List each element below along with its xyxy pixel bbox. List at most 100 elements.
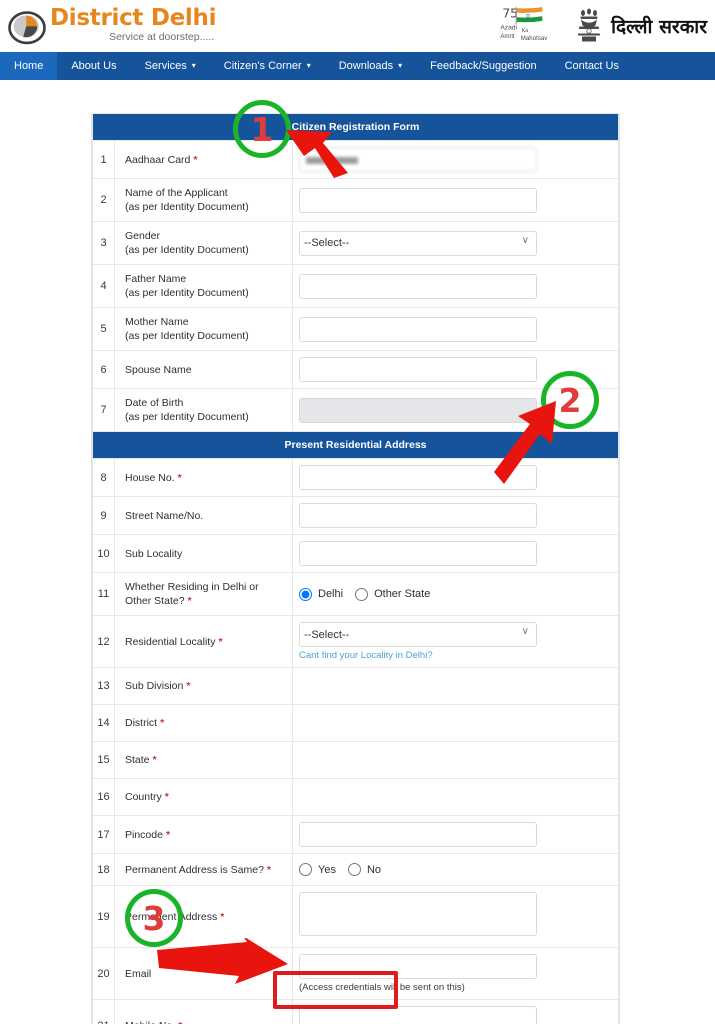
house-no-input[interactable] [299, 465, 537, 490]
name-of-the-applicant-label: Name of the Applicant (as per Identity Do… [114, 178, 293, 222]
citizen-registration-form-section-title: Citizen Registration Form [92, 113, 619, 141]
field-label-text: Permanent Address [125, 910, 218, 923]
date-of-birth-input[interactable] [299, 397, 537, 423]
row-number: 17 [92, 815, 115, 854]
row-number: 21 [92, 999, 115, 1024]
page-root: District Delhi Service at doorstep..... … [0, 0, 715, 1024]
nav-item-feedback-suggestion[interactable]: Feedback/Suggestion [416, 52, 550, 80]
sub-locality-input[interactable] [299, 541, 537, 566]
field-label-text: State [125, 754, 150, 766]
house-no-value-cell [292, 458, 619, 497]
radio-yes[interactable] [299, 863, 312, 876]
cant-find-locality-link[interactable]: Cant find your Locality in Delhi? [299, 650, 610, 661]
brand-text: District Delhi Service at doorstep..... [50, 6, 216, 43]
radio-no[interactable] [347, 863, 361, 876]
sub-division-label: Sub Division * [114, 667, 293, 705]
required-asterisk: * [164, 791, 169, 803]
form-row: 21Mobile No.*(Access credentials will be… [92, 999, 619, 1024]
field-label-text: Name of the Applicant [125, 187, 228, 199]
row-number: 14 [92, 704, 115, 742]
nav-item-downloads[interactable]: Downloads ▾ [325, 52, 416, 80]
country-value [299, 785, 610, 809]
nav-item-about-us[interactable]: About Us [57, 52, 130, 80]
row-number: 9 [92, 496, 115, 535]
chevron-down-icon: ▾ [191, 61, 196, 70]
pincode-input[interactable] [299, 822, 537, 847]
required-asterisk: * [165, 828, 171, 841]
chevron-down-icon: ▾ [398, 61, 403, 70]
form-row: 10 Sub Locality [92, 534, 619, 573]
field-label-text: District [125, 717, 158, 729]
nav-item-citizen-s-corner[interactable]: Citizen's Corner ▾ [210, 52, 325, 80]
row-number: 8 [92, 458, 115, 497]
form-row: 20 Email (Access credentials will be sent … [92, 947, 619, 1000]
form-row: 18 Permanent Address is Same? * Yes No [92, 853, 619, 886]
street-name-no-input[interactable] [299, 503, 537, 528]
required-asterisk: * [178, 1020, 182, 1024]
field-label-text: Father Name [125, 273, 187, 285]
row-number: 10 [92, 534, 115, 573]
permanent-address-label: Permanent Address * [114, 885, 293, 948]
row-number: 7 [92, 388, 115, 432]
form-row: 19 Permanent Address * [92, 885, 619, 948]
row-number: 3 [92, 221, 115, 265]
row-number: 13 [92, 667, 115, 705]
residential-locality-select[interactable]: --Select-- [299, 622, 537, 647]
sub-division-value-cell [292, 667, 619, 705]
state-value-cell [292, 741, 619, 779]
street-name-no-value-cell [292, 496, 619, 535]
nav-item-home[interactable]: Home [0, 52, 58, 80]
state-label: State * [114, 741, 293, 779]
present-residential-address-section: Present Residential Address [92, 431, 619, 459]
form-row: 6 Spouse Name [92, 350, 619, 389]
name-of-the-applicant-input[interactable] [299, 187, 537, 213]
nav-item-label: Home [14, 60, 44, 72]
form-row: 12Residential Locality*--Select--Cant fi… [92, 615, 619, 668]
radio-other-state[interactable] [355, 587, 369, 601]
field-label-text: Aadhaar Card [125, 153, 191, 166]
email-input[interactable] [299, 954, 537, 979]
aadhaar-card-value-cell [292, 140, 619, 179]
row-number: 18 [92, 853, 115, 886]
name-of-the-applicant-value-cell [292, 178, 619, 222]
svg-text:Amrit: Amrit [500, 33, 515, 40]
mother-name-input[interactable] [299, 316, 537, 342]
form-row: 5 Mother Name (as per Identity Document) [92, 307, 619, 351]
mother-name-value-cell [292, 307, 619, 351]
citizen-registration-form: Citizen Registration Form 1 Aadhaar Card * 2… [91, 113, 620, 1024]
radio-delhi-label: Delhi [318, 588, 344, 600]
form-row: 14 District * [92, 704, 619, 742]
required-asterisk: * [152, 754, 157, 766]
field-label-text: Permanent Address is Same? [125, 863, 264, 876]
radio-delhi[interactable] [299, 587, 312, 601]
aadhaar-card-input[interactable] [299, 147, 537, 172]
nav-item-label: Downloads [338, 60, 394, 72]
permanent-address-value-cell [292, 885, 619, 948]
required-asterisk: * [187, 595, 192, 607]
required-asterisk: * [220, 910, 225, 923]
gender-select[interactable]: --Select-- [299, 230, 537, 256]
house-no-label: House No. * [114, 458, 293, 497]
nav-item-services[interactable]: Services ▾ [131, 52, 210, 80]
permanent-address-textarea[interactable] [299, 892, 537, 936]
date-of-birth-label: Date of Birth (as per Identity Document) [114, 388, 293, 432]
form-row: 3 Gender (as per Identity Document) --Selec… [92, 221, 619, 265]
mobile-no-input[interactable] [299, 1006, 537, 1024]
row-number: 16 [92, 778, 115, 816]
form-row: 4 Father Name (as per Identity Document) [92, 264, 619, 308]
district-delhi-logo-icon [8, 11, 46, 45]
state-value [299, 748, 610, 772]
govt-label: दिल्ली सरकार [611, 16, 707, 38]
district-label: District * [114, 704, 293, 742]
email-value-cell: (Access credentials will be sent on this… [292, 947, 619, 1000]
father-name-value-cell [292, 264, 619, 308]
nav-item-contact-us[interactable]: Contact Us [551, 52, 633, 80]
field-label-text: Residential Locality [125, 635, 216, 648]
brand[interactable]: District Delhi Service at doorstep..... [0, 6, 216, 46]
field-sub-label: (as per Identity Document) [125, 330, 249, 342]
spouse-name-input[interactable] [299, 357, 537, 382]
field-label-text: Sub Locality [125, 547, 183, 560]
father-name-input[interactable] [299, 273, 537, 299]
gender-label: Gender (as per Identity Document) [114, 221, 293, 265]
residing-state-radio-group: Delhi Other State [299, 585, 610, 604]
